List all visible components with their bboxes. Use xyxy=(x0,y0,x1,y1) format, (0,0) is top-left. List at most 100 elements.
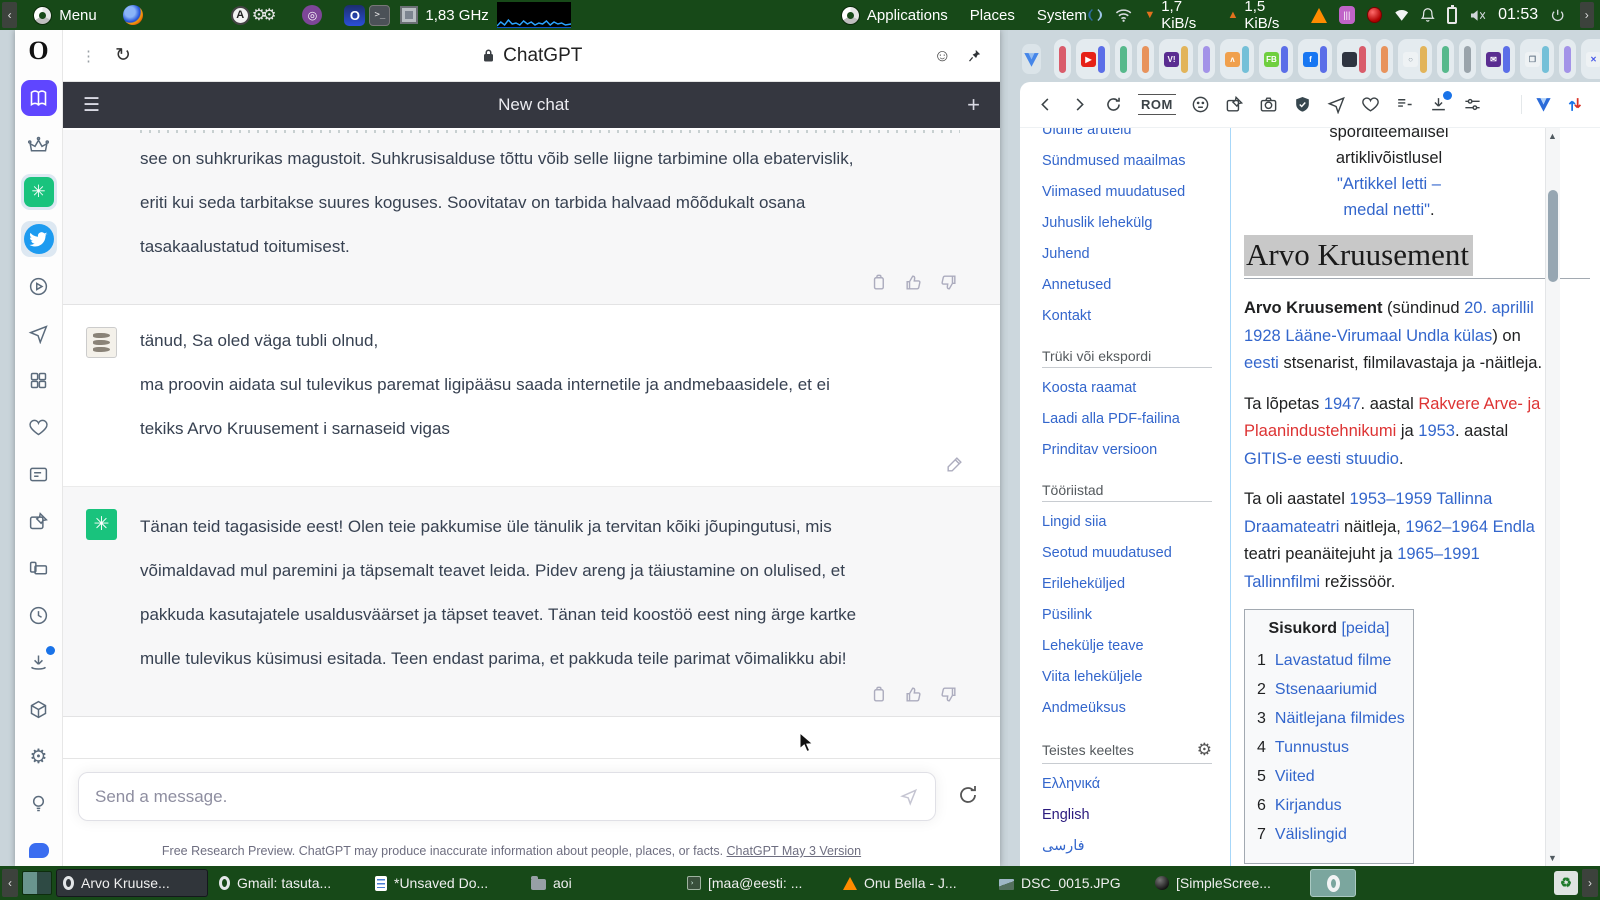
toc-hide-link[interactable]: [peida] xyxy=(1341,620,1389,637)
scroll-down-arrow[interactable]: ▼ xyxy=(1548,853,1557,863)
browser-tab[interactable] xyxy=(1054,39,1071,79)
recorder-tray-icon[interactable] xyxy=(1366,7,1382,23)
sidebar-link[interactable]: Juhuslik lehekülg xyxy=(1042,208,1230,239)
browser-tab[interactable]: V! xyxy=(1159,39,1193,79)
firefox-launcher[interactable] xyxy=(122,5,143,25)
audio-mixer-tray-icon[interactable]: ||| xyxy=(1338,6,1355,24)
menu-button[interactable]: Menu xyxy=(33,5,97,25)
heart-bookmark-icon[interactable] xyxy=(1361,95,1380,114)
tune-sliders-icon[interactable] xyxy=(1463,95,1482,114)
wiki-link[interactable]: GITIS-e eesti stuudio xyxy=(1244,450,1399,468)
toc-link[interactable]: Tunnustus xyxy=(1275,733,1349,762)
sidebar-link[interactable]: Annetused xyxy=(1042,270,1230,301)
flow-devices-icon[interactable] xyxy=(21,550,57,586)
sidebar-link[interactable]: Erileheküljed xyxy=(1042,569,1230,600)
network-up-speed[interactable]: 1,5 KiB/s xyxy=(1244,0,1298,32)
browser-tab[interactable] xyxy=(1437,39,1454,79)
emoji-smiley-icon[interactable]: ☺ xyxy=(934,46,951,66)
wiki-link[interactable]: Lääne-Virumaal xyxy=(1285,327,1401,345)
toc-link[interactable]: Lavastatud filme xyxy=(1275,646,1392,675)
thumbs-up-icon[interactable] xyxy=(904,685,923,704)
terminal-launcher[interactable]: >_ xyxy=(369,4,391,26)
notes-list-icon[interactable] xyxy=(1395,95,1414,114)
new-chat-plus-icon[interactable]: + xyxy=(967,92,980,118)
browser-tab[interactable]: f xyxy=(1298,39,1332,79)
reload-icon[interactable] xyxy=(1104,95,1123,114)
vlc-tray-icon[interactable] xyxy=(1310,7,1327,23)
notifications-bell-icon[interactable] xyxy=(1421,7,1435,24)
sidebar-link[interactable]: Lehekülje teave xyxy=(1042,631,1230,662)
sidebar-link[interactable]: Juhend xyxy=(1042,239,1230,270)
address-field[interactable]: ROM xyxy=(1138,94,1176,115)
clock[interactable]: 01:53 xyxy=(1498,6,1538,24)
opera-launcher[interactable]: O xyxy=(344,4,366,26)
vivaldi-menu-button[interactable] xyxy=(1022,44,1041,74)
radio-signal-icon[interactable] xyxy=(1087,6,1103,24)
settings-launcher[interactable]: ⚙⚙ xyxy=(252,5,277,25)
edit-icon[interactable] xyxy=(945,455,964,474)
sidebar-link[interactable]: Sündmused maailmas xyxy=(1042,146,1230,177)
taskbar-window-button[interactable]: aoi xyxy=(524,869,676,897)
wiki-link[interactable]: 1962–1964 xyxy=(1405,518,1488,536)
forward-icon[interactable] xyxy=(1070,95,1089,114)
wiki-link[interactable]: 1953 xyxy=(1418,422,1455,440)
toc-link[interactable]: Viited xyxy=(1275,762,1315,791)
taskbar-window-button[interactable]: DSC_0015.JPG xyxy=(992,869,1144,897)
reading-list-icon[interactable] xyxy=(20,80,57,116)
language-link[interactable]: English xyxy=(1042,800,1230,831)
address-title[interactable]: ChatGPT xyxy=(131,45,934,67)
browser-tab[interactable]: ❐ xyxy=(1520,39,1554,79)
share-send-icon[interactable] xyxy=(1327,95,1346,114)
taskbar-collapse-right[interactable]: › xyxy=(1582,869,1598,897)
browser-tab[interactable] xyxy=(1115,39,1132,79)
opera-menu-button[interactable]: O xyxy=(28,38,48,64)
toc-entry[interactable]: 4 Tunnustus xyxy=(1257,733,1401,762)
downloads-button[interactable] xyxy=(1429,91,1452,114)
wiki-link[interactable]: 1953–1959 xyxy=(1349,490,1432,508)
browser-tab[interactable] xyxy=(1459,39,1476,79)
history-clock-icon[interactable] xyxy=(21,597,57,633)
browser-tab[interactable]: ✕ xyxy=(1581,39,1600,79)
aria-crown-icon[interactable] xyxy=(21,127,57,163)
sidebar-link[interactable]: Viita leheküljele xyxy=(1042,662,1230,693)
taskbar-window-button[interactable]: *Unsaved Do... xyxy=(368,869,520,897)
tab-menu-icon[interactable]: ⋮ xyxy=(81,47,101,65)
bookmarks-heart-icon[interactable] xyxy=(21,409,57,445)
vivaldi-logo-icon[interactable] xyxy=(1534,95,1553,114)
pin-tab-icon[interactable] xyxy=(967,48,982,63)
browser-tab[interactable]: FB xyxy=(1259,39,1293,79)
settings-gear-icon[interactable]: ⚙ xyxy=(21,738,57,774)
wifi-icon[interactable] xyxy=(1115,7,1132,23)
taskbar-window-button[interactable]: [SimpleScree... xyxy=(1148,869,1300,897)
thumbs-down-icon[interactable] xyxy=(939,685,958,704)
window-switcher-opera[interactable] xyxy=(1310,869,1356,897)
sidebar-link[interactable]: Prinditav versioon xyxy=(1042,435,1230,466)
hamburger-menu-icon[interactable]: ☰ xyxy=(83,94,100,117)
browser-tab[interactable] xyxy=(1559,39,1576,79)
tips-lightbulb-icon[interactable] xyxy=(21,785,57,821)
toc-link[interactable]: Välislingid xyxy=(1275,820,1347,849)
wiki-link[interactable]: Tallinnfilmi xyxy=(1244,573,1320,591)
browser-tab[interactable]: ʌ xyxy=(1220,39,1254,79)
thumbs-down-icon[interactable] xyxy=(939,273,958,292)
message-input[interactable]: Send a message. xyxy=(78,772,936,821)
wiki-link[interactable]: 1928 xyxy=(1244,327,1281,345)
wiki-link[interactable]: 1965–1991 xyxy=(1397,545,1480,563)
sidebar-link[interactable]: Kontakt xyxy=(1042,301,1230,332)
back-icon[interactable] xyxy=(1036,95,1055,114)
sidebar-link[interactable]: Laadi alla PDF-failina xyxy=(1042,404,1230,435)
sidebar-link[interactable]: Koosta raamat xyxy=(1042,373,1230,404)
trash-applet-icon[interactable]: ♻ xyxy=(1554,871,1578,895)
wiki-link[interactable]: Endla xyxy=(1493,518,1535,536)
send-icon[interactable] xyxy=(899,787,919,807)
panel-collapse-right[interactable]: › xyxy=(1579,2,1594,28)
toc-link[interactable]: Kirjandus xyxy=(1275,791,1342,820)
bookmark-pin-icon[interactable] xyxy=(1225,95,1244,114)
volume-muted-icon[interactable] xyxy=(1469,7,1486,24)
system-menu[interactable]: System xyxy=(1037,7,1087,24)
system-monitor-graph[interactable] xyxy=(496,2,571,28)
downloads-icon[interactable] xyxy=(21,644,57,680)
search-tool-launcher[interactable]: A xyxy=(230,5,250,25)
panel-collapse-left[interactable]: ‹ xyxy=(2,2,18,28)
browser-tab[interactable]: ○ xyxy=(1398,39,1432,79)
